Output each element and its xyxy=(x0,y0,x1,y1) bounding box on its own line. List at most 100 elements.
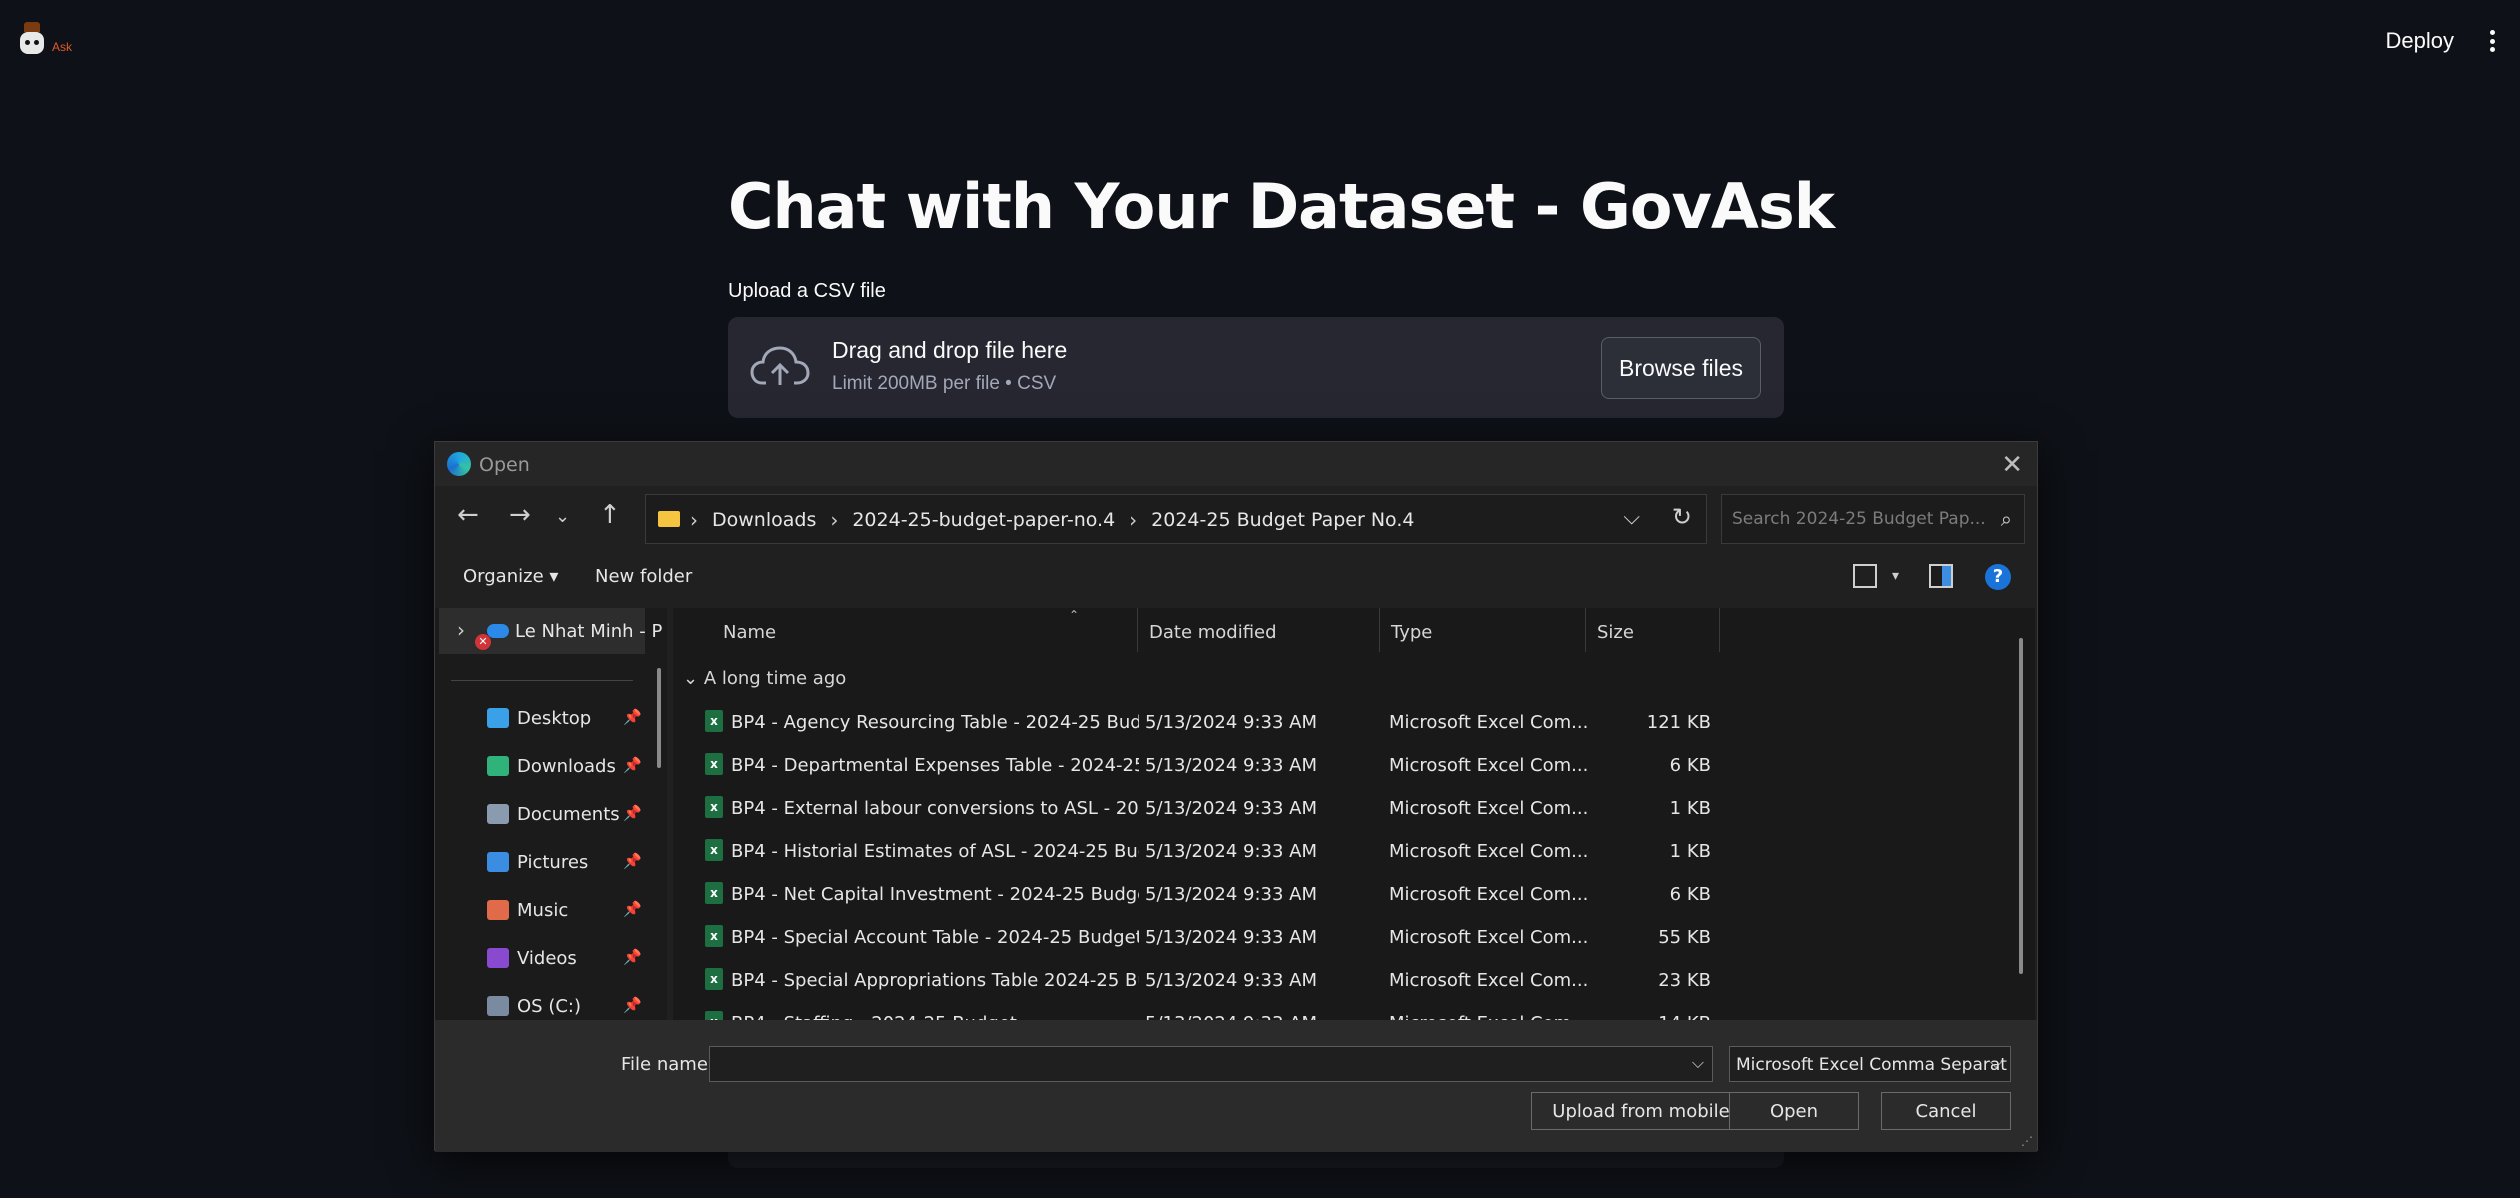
file-date: 5/13/2024 9:33 AM xyxy=(1145,841,1318,862)
dialog-footer: File name: ⌵ Microsoft Excel Comma Separ… xyxy=(435,1020,2037,1152)
nav-item-label: Music xyxy=(517,900,569,921)
pictures-icon xyxy=(487,852,509,872)
file-row[interactable]: x BP4 - Special Appropriations Table 2024… xyxy=(673,958,2003,1001)
cancel-button[interactable]: Cancel xyxy=(1881,1092,2011,1130)
close-icon[interactable]: ✕ xyxy=(2001,450,2023,480)
help-icon[interactable]: ? xyxy=(1985,564,2011,590)
nav-item-drive[interactable]: OS (C:) 📌 xyxy=(435,986,655,1020)
file-type-chevron-icon: ⌵ xyxy=(1989,1053,2002,1072)
file-size: 1 KB xyxy=(1669,798,1711,819)
column-separator[interactable] xyxy=(1719,608,1720,652)
open-button[interactable]: Open xyxy=(1729,1092,1859,1130)
forward-arrow-icon[interactable]: → xyxy=(509,500,531,530)
robot-icon xyxy=(16,22,48,58)
column-separator[interactable] xyxy=(1585,608,1586,652)
organize-label: Organize xyxy=(463,566,544,587)
streamlit-page: Ask Deploy Chat with Your Dataset - GovA… xyxy=(0,0,2520,1198)
nav-item-pictures[interactable]: Pictures 📌 xyxy=(435,842,655,882)
nav-scrollbar[interactable] xyxy=(657,668,661,768)
view-options-icon[interactable] xyxy=(1853,564,1877,588)
column-type[interactable]: Type xyxy=(1391,622,1432,643)
nav-item-label: OS (C:) xyxy=(517,996,581,1017)
desktop-icon xyxy=(487,708,509,728)
navigation-pane: › ✕ Le Nhat Minh - P Desktop 📌 Downloads 📌 D… xyxy=(435,608,667,1020)
file-size: 23 KB xyxy=(1658,970,1711,991)
file-row[interactable]: x BP4 - Special Account Table - 2024-25 B… xyxy=(673,915,2003,958)
recent-locations-chevron-icon[interactable]: ⌄ xyxy=(555,506,570,527)
file-name: BP4 - Departmental Expenses Table - 2024… xyxy=(731,755,1139,776)
column-name[interactable]: Name xyxy=(723,622,776,643)
file-size: 6 KB xyxy=(1669,755,1711,776)
nav-item-label: Videos xyxy=(517,948,577,969)
file-type: Microsoft Excel Com... xyxy=(1389,927,1589,948)
file-row[interactable]: x BP4 - Net Capital Investment - 2024-25 … xyxy=(673,872,2003,915)
cloud-upload-icon xyxy=(750,346,810,385)
search-placeholder: Search 2024-25 Budget Pap... xyxy=(1732,509,1986,529)
browse-files-button[interactable]: Browse files xyxy=(1601,337,1761,399)
view-caret-icon[interactable]: ▾ xyxy=(1892,568,1899,584)
new-folder-button[interactable]: New folder xyxy=(595,566,692,587)
file-row[interactable]: x BP4 - External labour conversions to AS… xyxy=(673,786,2003,829)
upload-from-mobile-button[interactable]: Upload from mobile xyxy=(1531,1092,1751,1130)
onedrive-label: Le Nhat Minh - P xyxy=(515,621,663,642)
file-type: Microsoft Excel Com... xyxy=(1389,798,1589,819)
onedrive-cloud-icon xyxy=(487,624,509,638)
breadcrumb-budget-folder[interactable]: 2024-25-budget-paper-no.4 xyxy=(852,509,1115,531)
nav-item-music[interactable]: Music 📌 xyxy=(435,890,655,930)
back-arrow-icon[interactable]: ← xyxy=(457,500,479,530)
nav-divider xyxy=(451,680,633,681)
pin-icon: 📌 xyxy=(623,804,642,822)
address-dropdown-chevron-icon[interactable]: ⌵ xyxy=(1623,505,1640,530)
file-type: Microsoft Excel Com... xyxy=(1389,841,1589,862)
file-name: BP4 - External labour conversions to ASL… xyxy=(731,798,1139,819)
group-header[interactable]: ⌄ A long time ago xyxy=(683,668,846,689)
file-type-select[interactable]: Microsoft Excel Comma Separat ⌵ xyxy=(1729,1046,2011,1082)
dialog-titlebar[interactable]: Open ✕ xyxy=(435,442,2037,486)
file-name: BP4 - Staffing - 2024-25 Budget xyxy=(731,1013,1139,1020)
onedrive-node[interactable]: › ✕ Le Nhat Minh - P xyxy=(439,608,662,654)
file-name: BP4 - Historial Estimates of ASL - 2024-… xyxy=(731,841,1139,862)
app-logo[interactable]: Ask xyxy=(16,22,72,58)
organize-menu[interactable]: Organize ▾ xyxy=(463,566,558,587)
file-row[interactable]: x BP4 - Staffing - 2024-25 Budget 5/13/202… xyxy=(673,1001,2003,1020)
nav-item-videos[interactable]: Videos 📌 xyxy=(435,938,655,978)
deploy-button[interactable]: Deploy xyxy=(2386,28,2454,54)
column-separator[interactable] xyxy=(1379,608,1380,652)
navigation-bar: ← → ⌄ ↑ › Downloads › 2024-25-budget-pap… xyxy=(435,494,2037,546)
file-name-dropdown-icon[interactable]: ⌵ xyxy=(1692,1053,1704,1073)
nav-item-desktop[interactable]: Desktop 📌 xyxy=(435,698,655,738)
column-separator[interactable] xyxy=(1137,608,1138,652)
excel-file-icon: x xyxy=(705,839,723,861)
file-date: 5/13/2024 9:33 AM xyxy=(1145,798,1318,819)
excel-file-icon: x xyxy=(705,882,723,904)
excel-file-icon: x xyxy=(705,710,723,732)
breadcrumb-downloads[interactable]: Downloads xyxy=(712,509,816,531)
file-name-label: File name: xyxy=(621,1054,714,1075)
preview-pane-icon[interactable] xyxy=(1929,564,1953,588)
refresh-icon[interactable]: ↻ xyxy=(1672,503,1692,531)
excel-file-icon: x xyxy=(705,925,723,947)
nav-item-downloads[interactable]: Downloads 📌 xyxy=(435,746,655,786)
main-menu-icon[interactable] xyxy=(2490,30,2496,52)
column-date[interactable]: Date modified xyxy=(1149,622,1277,643)
pin-icon: 📌 xyxy=(623,756,642,774)
up-arrow-icon[interactable]: ↑ xyxy=(599,500,621,530)
file-row[interactable]: x BP4 - Agency Resourcing Table - 2024-25… xyxy=(673,700,2003,743)
search-input[interactable]: Search 2024-25 Budget Pap... ⌕ xyxy=(1721,494,2025,544)
nav-item-documents[interactable]: Documents 📌 xyxy=(435,794,655,834)
file-row[interactable]: x BP4 - Historial Estimates of ASL - 2024… xyxy=(673,829,2003,872)
file-date: 5/13/2024 9:33 AM xyxy=(1145,712,1318,733)
file-name-input[interactable]: ⌵ xyxy=(709,1046,1713,1082)
file-dropzone[interactable]: Drag and drop file here Limit 200MB per … xyxy=(728,317,1784,418)
excel-file-icon: x xyxy=(705,968,723,990)
address-bar[interactable]: › Downloads › 2024-25-budget-paper-no.4 … xyxy=(645,494,1707,544)
error-badge-icon: ✕ xyxy=(475,634,491,650)
file-list: Name ⌃ Date modified Type Size ⌄ A long … xyxy=(673,608,2035,1020)
file-list-scrollbar[interactable] xyxy=(2019,638,2023,974)
expand-chevron-icon[interactable]: › xyxy=(457,618,465,642)
resize-grip-icon[interactable]: ⋰ xyxy=(2021,1134,2033,1148)
breadcrumb-current-folder[interactable]: 2024-25 Budget Paper No.4 xyxy=(1151,509,1414,531)
column-size[interactable]: Size xyxy=(1597,622,1634,643)
file-row[interactable]: x BP4 - Departmental Expenses Table - 202… xyxy=(673,743,2003,786)
command-bar: Organize ▾ New folder ▾ ? xyxy=(435,554,2037,602)
